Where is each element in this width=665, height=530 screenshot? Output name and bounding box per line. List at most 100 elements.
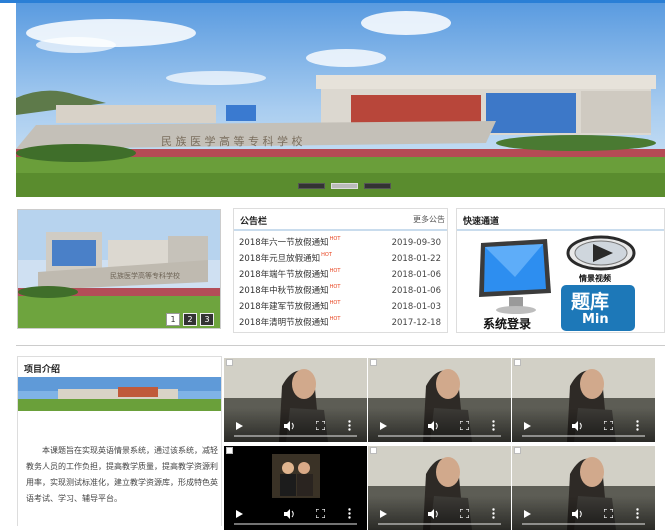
- notice-item[interactable]: 2018年清明节放假通知HOT 2017-12-18: [239, 316, 441, 332]
- video-player[interactable]: [224, 446, 367, 530]
- slider-page-buttons: 1 2 3: [166, 313, 214, 326]
- notice-item-date: 2019-09-30: [391, 238, 441, 248]
- slider-page-2[interactable]: 2: [183, 313, 197, 326]
- monitor-icon: [479, 239, 551, 314]
- project-intro-header: 项目介绍: [18, 357, 221, 379]
- system-login-button[interactable]: 系统登录: [475, 237, 557, 332]
- video-corner-marker: [514, 447, 521, 454]
- photo-slider[interactable]: 民族医学高等专科学校 1 2 3: [17, 209, 221, 329]
- project-intro-photo: [18, 377, 221, 411]
- fullscreen-icon[interactable]: [460, 421, 469, 430]
- more-options-icon[interactable]: [636, 420, 639, 431]
- more-options-icon[interactable]: [348, 508, 351, 519]
- hot-badge: HOT: [329, 316, 341, 322]
- volume-icon[interactable]: [572, 421, 583, 431]
- question-bank-label: 题库: [571, 291, 610, 313]
- play-circle-icon: [566, 235, 636, 271]
- volume-icon[interactable]: [284, 509, 295, 519]
- quick-access-panel: 快速通道 系统登录 情景视频 题库 Min: [456, 208, 665, 333]
- volume-icon[interactable]: [428, 509, 439, 519]
- hero-slide-dot-3[interactable]: [364, 183, 391, 189]
- notice-item-title[interactable]: 2018年元旦放假通知: [239, 254, 320, 264]
- play-icon[interactable]: [236, 422, 243, 430]
- slider-campus-photo: 民族医学高等专科学校: [18, 210, 220, 328]
- hero-campus-sign: 民 族 医 学 高 等 专 科 学 校: [161, 134, 302, 148]
- scenario-video-label: 情景视频: [579, 273, 611, 283]
- notice-item-date: 2018-01-06: [391, 286, 441, 296]
- play-icon[interactable]: [380, 510, 387, 518]
- notice-item-title[interactable]: 2018年端午节放假通知: [239, 270, 329, 280]
- fullscreen-icon[interactable]: [604, 509, 613, 518]
- hot-badge: HOT: [321, 252, 332, 258]
- play-icon[interactable]: [524, 422, 531, 430]
- video-player[interactable]: [224, 358, 367, 442]
- notice-item-date: 2018-01-03: [391, 302, 441, 312]
- project-intro-panel: 项目介绍 本课题旨在实现英语情景系统，通过该系统，减轻教务人员的工作负担，提高教…: [17, 356, 222, 526]
- play-icon[interactable]: [236, 510, 243, 518]
- play-icon[interactable]: [380, 422, 387, 430]
- video-player[interactable]: [512, 358, 655, 442]
- more-options-icon[interactable]: [636, 508, 639, 519]
- more-options-icon[interactable]: [492, 420, 495, 431]
- question-bank-button[interactable]: 题库 Min: [561, 285, 635, 331]
- volume-icon[interactable]: [428, 421, 439, 431]
- notice-title: 公告栏: [240, 217, 268, 227]
- video-controls: [512, 496, 655, 530]
- video-progress-bar[interactable]: [234, 435, 357, 437]
- video-progress-bar[interactable]: [378, 435, 501, 437]
- hero-slide-dot-2[interactable]: [331, 183, 358, 189]
- hot-badge: HOT: [329, 300, 341, 306]
- notice-item[interactable]: 2018年元旦放假通知HOT 2018-01-22: [239, 252, 441, 268]
- video-controls: [224, 496, 367, 530]
- hero-slide-dot-1[interactable]: [298, 183, 325, 189]
- more-options-icon[interactable]: [348, 420, 351, 431]
- notice-item-title[interactable]: 2018年六一节放假通知: [239, 238, 329, 248]
- video-corner-marker: [514, 359, 521, 366]
- video-corner-marker: [226, 447, 233, 454]
- fullscreen-icon[interactable]: [316, 509, 325, 518]
- video-controls: [224, 408, 367, 442]
- video-player[interactable]: [512, 446, 655, 530]
- hero-banner[interactable]: 民 族 医 学 高 等 专 科 学 校: [16, 3, 665, 197]
- notice-item-title[interactable]: 2018年中秋节放假通知: [239, 286, 329, 296]
- notice-item-date: 2017-12-18: [391, 318, 441, 328]
- quick-access-title: 快速通道: [463, 217, 500, 227]
- video-progress-bar[interactable]: [234, 523, 357, 525]
- section-divider: [16, 345, 665, 346]
- slider-campus-sign: 民族医学高等专科学校: [110, 271, 180, 280]
- volume-icon[interactable]: [284, 421, 295, 431]
- play-icon[interactable]: [524, 510, 531, 518]
- notice-item[interactable]: 2018年端午节放假通知HOT 2018-01-06: [239, 268, 441, 284]
- notice-item-title[interactable]: 2018年建军节放假通知: [239, 302, 329, 312]
- fullscreen-icon[interactable]: [316, 421, 325, 430]
- fullscreen-icon[interactable]: [604, 421, 613, 430]
- video-progress-bar[interactable]: [378, 523, 501, 525]
- video-controls: [512, 408, 655, 442]
- video-player[interactable]: [368, 358, 511, 442]
- more-options-icon[interactable]: [492, 508, 495, 519]
- project-intro-text: 本课题旨在实现英语情景系统，通过该系统，减轻教务人员的工作负担，提高教学质量，提…: [26, 446, 218, 503]
- notice-item-title[interactable]: 2018年清明节放假通知: [239, 318, 329, 328]
- video-progress-bar[interactable]: [522, 435, 645, 437]
- hero-slide-indicators: [298, 183, 391, 189]
- video-progress-bar[interactable]: [522, 523, 645, 525]
- hot-badge: HOT: [329, 284, 341, 290]
- notice-list: 2018年六一节放假通知HOT 2019-09-30 2018年元旦放假通知HO…: [234, 231, 447, 332]
- volume-icon[interactable]: [572, 509, 583, 519]
- hero-campus-photo: 民 族 医 学 高 等 专 科 学 校: [16, 3, 665, 197]
- notice-item[interactable]: 2018年建军节放假通知HOT 2018-01-03: [239, 300, 441, 316]
- video-controls: [368, 496, 511, 530]
- system-login-label: 系统登录: [483, 317, 532, 331]
- scenario-video-button[interactable]: 情景视频: [565, 235, 637, 283]
- notice-item[interactable]: 2018年中秋节放假通知HOT 2018-01-06: [239, 284, 441, 300]
- notice-more-link[interactable]: 更多公告: [413, 214, 445, 225]
- notice-item[interactable]: 2018年六一节放假通知HOT 2019-09-30: [239, 236, 441, 252]
- notice-header: 公告栏 更多公告: [234, 209, 447, 231]
- hot-badge: HOT: [329, 268, 341, 274]
- hot-badge: HOT: [329, 236, 341, 242]
- slider-page-1[interactable]: 1: [166, 313, 180, 326]
- slider-page-3[interactable]: 3: [200, 313, 214, 326]
- fullscreen-icon[interactable]: [460, 509, 469, 518]
- video-corner-marker: [370, 359, 377, 366]
- video-player[interactable]: [368, 446, 511, 530]
